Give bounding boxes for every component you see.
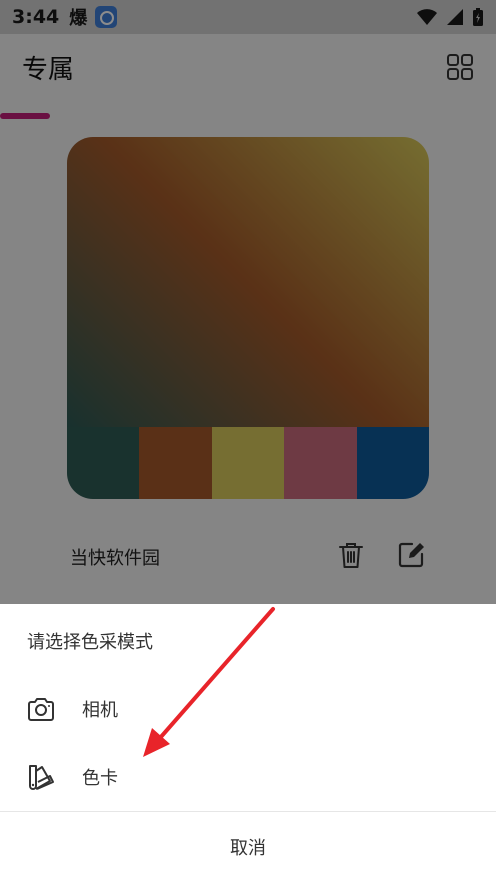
modal-scrim[interactable] [0, 0, 496, 604]
color-mode-sheet: 请选择色采模式 相机 色卡 取消 [0, 604, 496, 882]
camera-option-label: 相机 [82, 700, 118, 721]
color-card-option[interactable]: 色卡 [0, 746, 496, 808]
camera-option[interactable]: 相机 [0, 678, 496, 740]
sheet-title: 请选择色采模式 [27, 632, 153, 653]
color-palette-icon [29, 765, 54, 790]
cancel-button[interactable]: 取消 [0, 812, 496, 882]
camera-icon [28, 698, 54, 721]
color-card-option-label: 色卡 [82, 768, 118, 789]
